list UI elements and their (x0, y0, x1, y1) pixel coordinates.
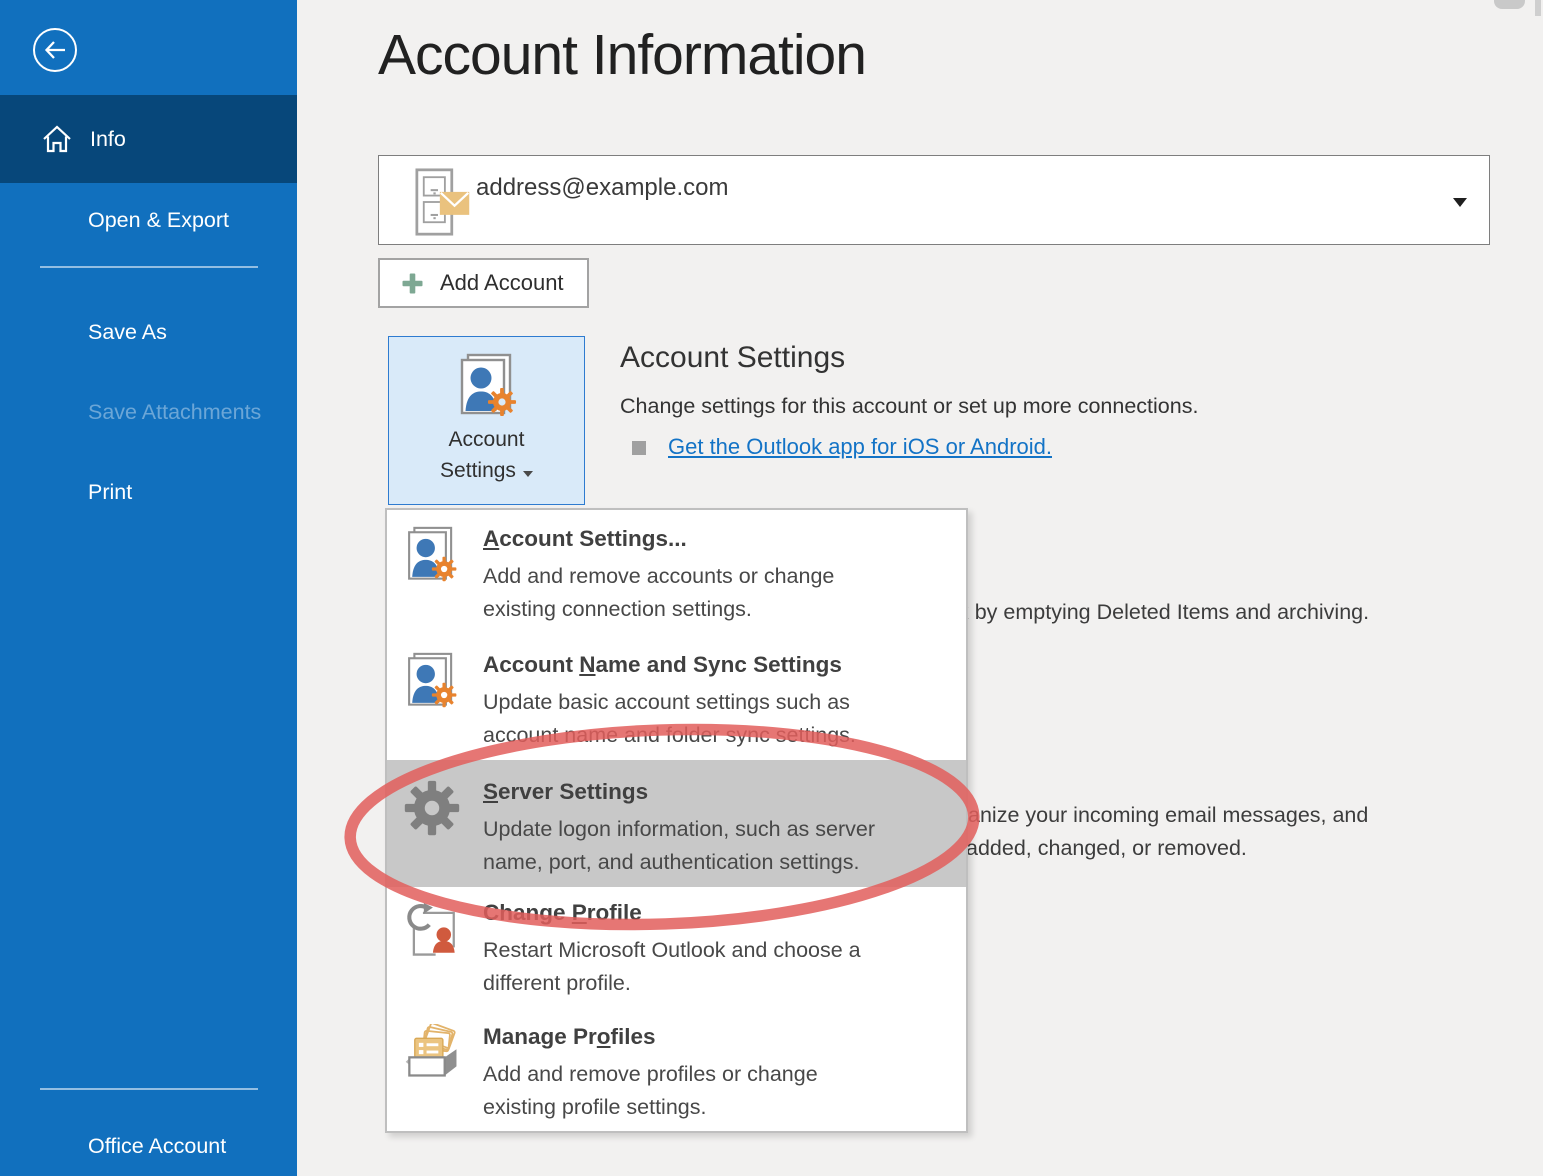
chevron-down-icon (523, 471, 533, 477)
menu-item-description: Restart Microsoft Outlook and choose adi… (483, 934, 966, 1000)
refresh-person-icon (403, 900, 461, 967)
account-gear-icon (403, 526, 459, 589)
card-box-icon (403, 1024, 461, 1083)
account-gear-icon (455, 353, 519, 424)
menu-item-title: Change Profile (483, 898, 966, 928)
add-account-button[interactable]: Add Account (378, 258, 589, 308)
menu-item-change-profile[interactable]: Change Profile Restart Microsoft Outlook… (387, 898, 966, 1000)
section-description: Change settings for this account or set … (620, 394, 1198, 419)
mail-account-icon (403, 168, 473, 241)
tile-label-line1: Account (389, 424, 584, 455)
section-heading: Account Settings (620, 341, 845, 375)
menu-item-account-settings[interactable]: Account Settings... Add and remove accou… (387, 524, 966, 626)
menu-item-description: Update logon information, such as server… (483, 813, 966, 879)
sidebar-item-label: Open & Export (88, 208, 229, 233)
back-button[interactable] (33, 28, 77, 72)
menu-item-description: Add and remove profiles or changeexistin… (483, 1058, 966, 1124)
account-settings-menu: Account Settings... Add and remove accou… (385, 508, 968, 1133)
backstage-sidebar: Info Open & Export Save As Save Attachme… (0, 0, 297, 1176)
menu-item-title: Account Name and Sync Settings (483, 650, 966, 680)
home-icon (40, 122, 74, 156)
menu-item-manage-profiles[interactable]: Manage Profiles Add and remove profiles … (387, 1022, 966, 1124)
sidebar-item-open-export[interactable]: Open & Export (0, 198, 297, 242)
account-settings-button[interactable]: Account Settings (388, 336, 585, 505)
page-title: Account Information (378, 22, 866, 88)
bullet-square-icon (632, 441, 646, 455)
sidebar-item-print[interactable]: Print (0, 470, 297, 514)
outlook-app-link[interactable]: Get the Outlook app for iOS or Android. (668, 434, 1052, 460)
menu-item-title: Server Settings (483, 777, 966, 807)
account-gear-icon (403, 652, 459, 715)
menu-item-title: Manage Profiles (483, 1022, 966, 1052)
sidebar-item-office-account[interactable]: Office Account (0, 1124, 297, 1168)
avatar (1535, 0, 1541, 16)
gear-icon (403, 779, 461, 842)
add-account-label: Add Account (440, 270, 564, 296)
back-arrow-icon (42, 37, 68, 63)
background-text-rules-line1: anize your incoming email messages, and (968, 803, 1368, 828)
menu-item-description: Add and remove accounts or changeexistin… (483, 560, 966, 626)
sidebar-item-label: Save As (88, 320, 167, 345)
sidebar-item-info[interactable]: Info (0, 95, 297, 183)
menu-item-description: Update basic account settings such asacc… (483, 686, 966, 752)
plus-icon (402, 273, 423, 294)
menu-item-title: Account Settings... (483, 524, 966, 554)
sidebar-item-label: Print (88, 480, 132, 505)
sidebar-divider (40, 1088, 258, 1090)
selected-account-email: address@example.com (476, 174, 728, 202)
background-text-rules-line2: added, changed, or removed. (966, 836, 1247, 861)
sidebar-item-save-as[interactable]: Save As (0, 310, 297, 354)
account-selector-dropdown[interactable]: address@example.com (378, 155, 1490, 245)
chevron-down-icon (1453, 198, 1467, 207)
tile-label-line2: Settings (389, 455, 584, 486)
sidebar-item-label: Info (90, 127, 126, 152)
sidebar-item-label: Office Account (88, 1134, 226, 1159)
menu-item-account-name-sync[interactable]: Account Name and Sync Settings Update ba… (387, 650, 966, 752)
background-text-mailbox: x by emptying Deleted Items and archivin… (958, 600, 1369, 625)
sidebar-item-save-attachments: Save Attachments (0, 390, 297, 434)
avatar (1494, 0, 1525, 9)
sidebar-divider (40, 266, 258, 268)
menu-item-server-settings[interactable]: Server Settings Update logon information… (387, 760, 966, 887)
sidebar-item-label: Save Attachments (88, 400, 261, 425)
